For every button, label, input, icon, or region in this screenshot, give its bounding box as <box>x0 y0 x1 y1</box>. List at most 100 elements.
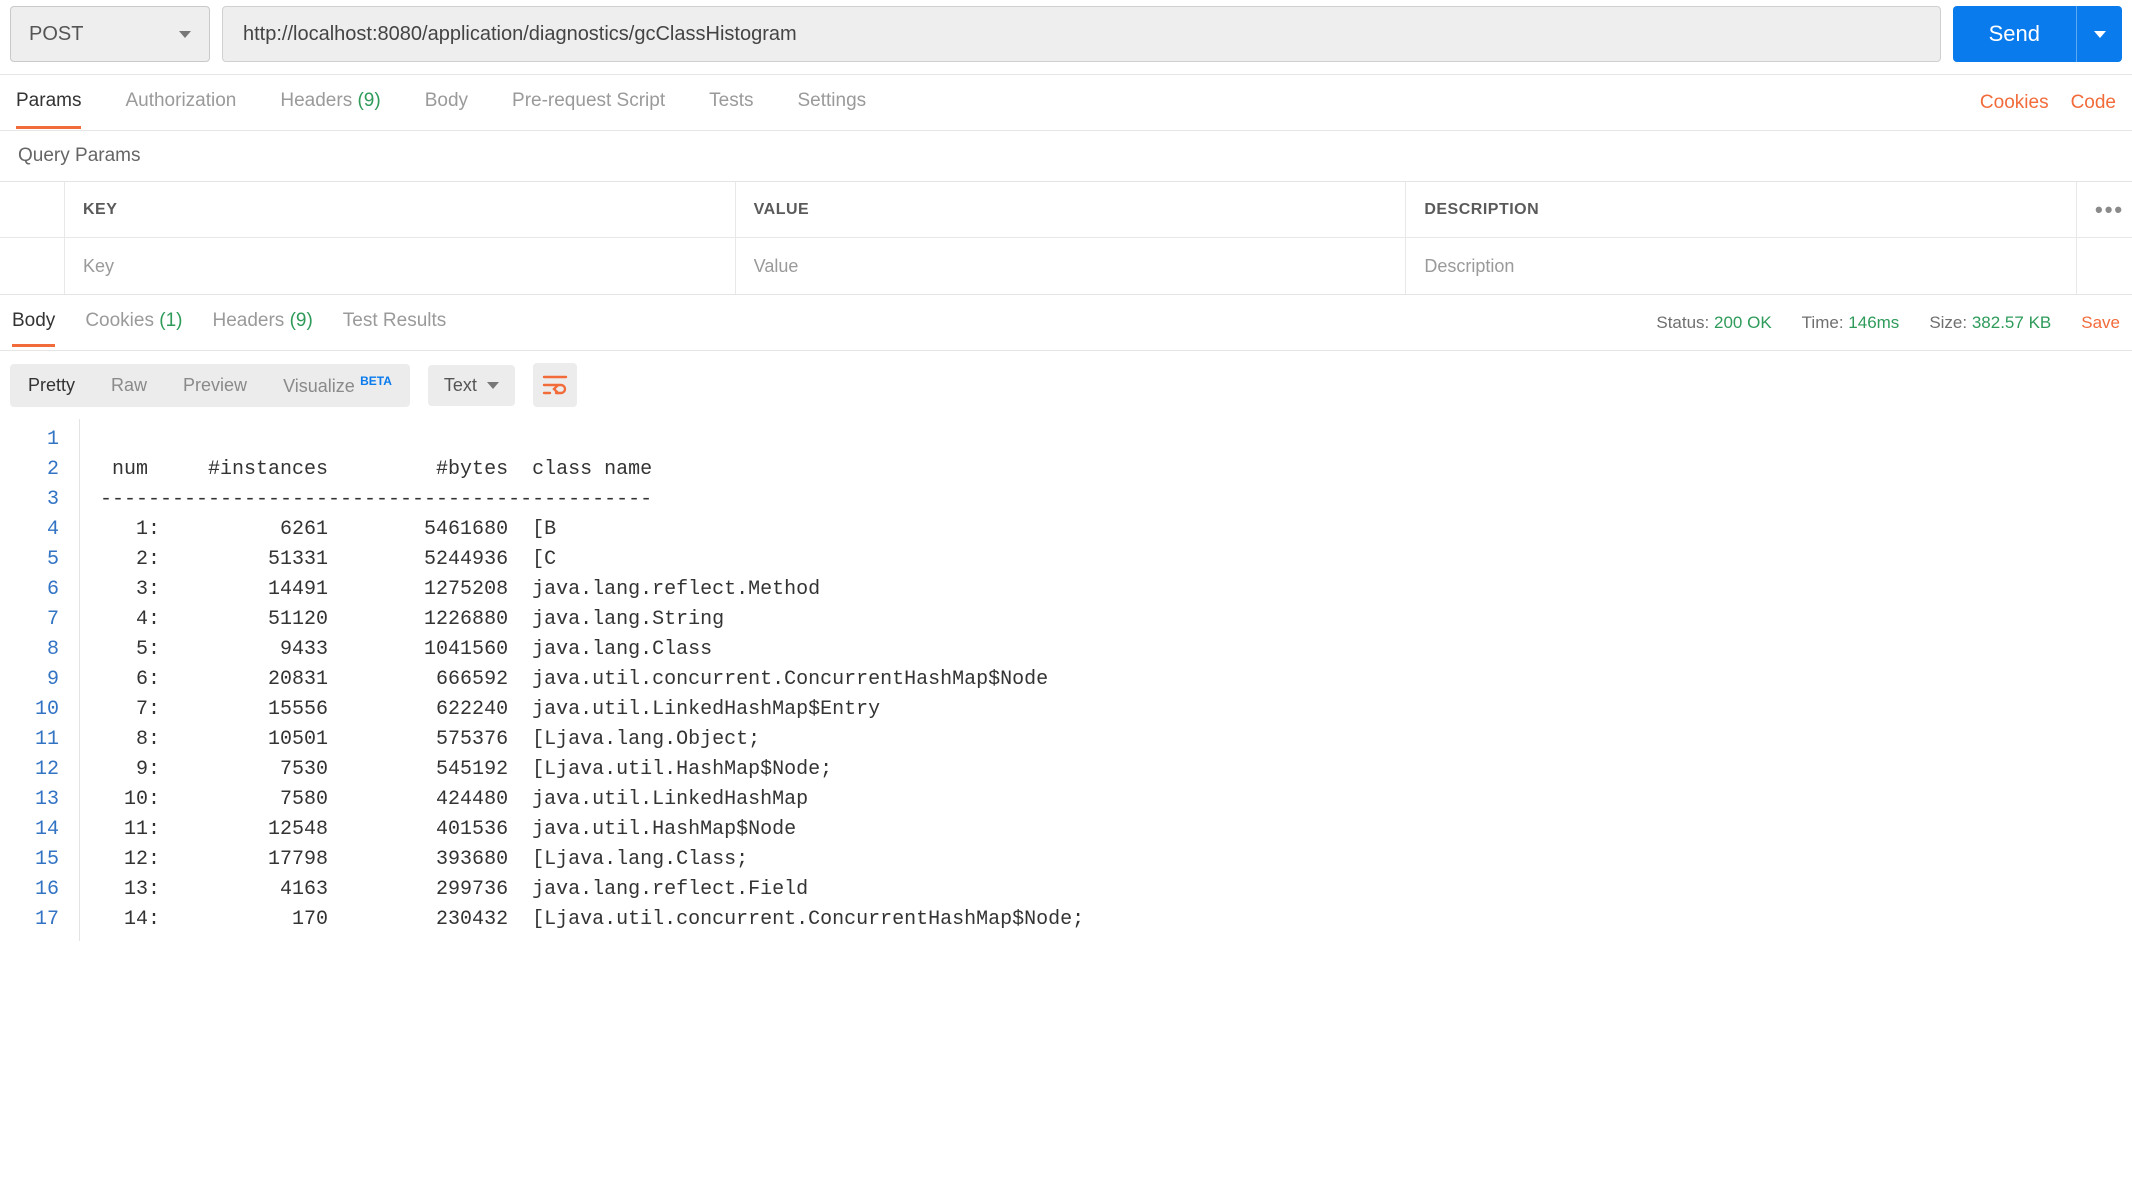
code-line: 10: 7580 424480 java.util.LinkedHashMap <box>100 785 1084 815</box>
save-response-link[interactable]: Save <box>2081 313 2120 333</box>
code-line: 13: 4163 299736 java.lang.reflect.Field <box>100 875 1084 905</box>
status-value: 200 OK <box>1714 313 1772 332</box>
http-method-value: POST <box>29 23 83 46</box>
wrap-lines-button[interactable] <box>533 363 577 407</box>
code-line: 11: 12548 401536 java.util.HashMap$Node <box>100 815 1084 845</box>
request-tabs: Params Authorization Headers (9) Body Pre-re… <box>16 76 866 129</box>
body-format-value: Text <box>444 375 477 396</box>
code-line: 14: 170 230432 [Ljava.util.concurrent.Co… <box>100 905 1084 935</box>
request-url-input[interactable] <box>222 6 1941 62</box>
code-line: num #instances #bytes class name <box>100 455 1084 485</box>
line-number: 7 <box>0 605 59 635</box>
body-view-pretty[interactable]: Pretty <box>10 364 93 407</box>
tab-count: (9) <box>352 90 381 111</box>
code-line: 7: 15556 622240 java.util.LinkedHashMap$… <box>100 695 1084 725</box>
query-params-desc-header: DESCRIPTION <box>1405 182 2076 237</box>
response-tab-headers[interactable]: Headers (9) <box>212 298 312 347</box>
http-method-select[interactable]: POST <box>10 6 210 62</box>
code-line: 8: 10501 575376 [Ljava.lang.Object; <box>100 725 1084 755</box>
chevron-down-icon <box>2094 31 2106 38</box>
request-tab-pre-request-script[interactable]: Pre-request Script <box>512 76 665 129</box>
query-params-checkbox-cell <box>0 238 64 294</box>
request-tab-tests[interactable]: Tests <box>709 76 753 129</box>
request-tab-settings[interactable]: Settings <box>798 76 867 129</box>
query-params-checkbox-col <box>0 182 64 237</box>
code-line: 12: 17798 393680 [Ljava.lang.Class; <box>100 845 1084 875</box>
time-value: 146ms <box>1848 313 1899 332</box>
request-tab-body[interactable]: Body <box>425 76 468 129</box>
query-param-key-input[interactable] <box>83 256 717 277</box>
line-number: 14 <box>0 815 59 845</box>
code-line: 9: 7530 545192 [Ljava.util.HashMap$Node; <box>100 755 1084 785</box>
response-tabs-row: Body Cookies (1) Headers (9) Test Results S… <box>0 295 2132 351</box>
request-tab-params[interactable]: Params <box>16 76 81 129</box>
code-line: 2: 51331 5244936 [C <box>100 545 1084 575</box>
response-tabs: Body Cookies (1) Headers (9) Test Results <box>12 298 446 347</box>
code-line: 1: 6261 5461680 [B <box>100 515 1084 545</box>
query-params-more-cell <box>2076 238 2132 294</box>
tab-count: (1) <box>154 310 183 331</box>
time-label: Time: <box>1802 313 1844 332</box>
response-body-code[interactable]: 1234567891011121314151617 num #instances… <box>0 419 2132 941</box>
body-format-select[interactable]: Text <box>428 365 515 406</box>
query-params-key-header: KEY <box>64 182 735 237</box>
time-meta: Time: 146ms <box>1802 313 1900 333</box>
chevron-down-icon <box>179 31 191 38</box>
size-meta: Size: 382.57 KB <box>1929 313 2051 333</box>
line-number: 15 <box>0 845 59 875</box>
tab-count: (9) <box>284 310 313 331</box>
request-bar: POST Send <box>0 0 2132 75</box>
query-params-table: KEY VALUE DESCRIPTION ••• <box>0 181 2132 295</box>
body-view-segmented: PrettyRawPreviewVisualize BETA <box>10 364 410 407</box>
query-param-value-input[interactable] <box>754 256 1388 277</box>
status-label: Status: <box>1656 313 1709 332</box>
code-line: 3: 14491 1275208 java.lang.reflect.Metho… <box>100 575 1084 605</box>
ellipsis-icon: ••• <box>2095 197 2114 223</box>
line-number: 4 <box>0 515 59 545</box>
body-view-raw[interactable]: Raw <box>93 364 165 407</box>
line-number: 2 <box>0 455 59 485</box>
chevron-down-icon <box>487 382 499 389</box>
line-number-gutter: 1234567891011121314151617 <box>0 419 80 941</box>
query-params-value-header: VALUE <box>735 182 1406 237</box>
response-tab-test-results[interactable]: Test Results <box>343 298 446 347</box>
request-right-links: Cookies Code <box>1980 92 2116 114</box>
line-number: 3 <box>0 485 59 515</box>
request-tab-headers[interactable]: Headers (9) <box>280 76 380 129</box>
line-number: 12 <box>0 755 59 785</box>
line-number: 17 <box>0 905 59 935</box>
line-number: 8 <box>0 635 59 665</box>
body-view-visualize[interactable]: Visualize BETA <box>265 364 410 407</box>
cookies-link[interactable]: Cookies <box>1980 92 2049 114</box>
line-number: 5 <box>0 545 59 575</box>
response-tab-cookies[interactable]: Cookies (1) <box>85 298 182 347</box>
line-number: 11 <box>0 725 59 755</box>
size-value: 382.57 KB <box>1972 313 2051 332</box>
request-tab-authorization[interactable]: Authorization <box>125 76 236 129</box>
line-number: 16 <box>0 875 59 905</box>
send-button-group: Send <box>1953 6 2122 62</box>
response-body-toolbar: PrettyRawPreviewVisualize BETA Text <box>0 351 2132 419</box>
query-params-header-row: KEY VALUE DESCRIPTION ••• <box>0 182 2132 238</box>
body-view-preview[interactable]: Preview <box>165 364 265 407</box>
query-param-desc-input[interactable] <box>1424 256 2058 277</box>
response-body-text: num #instances #bytes class name--------… <box>80 419 1084 941</box>
code-link[interactable]: Code <box>2071 92 2116 114</box>
code-line: ----------------------------------------… <box>100 485 1084 515</box>
send-button[interactable]: Send <box>1953 6 2076 62</box>
beta-badge: BETA <box>357 374 392 388</box>
request-tabs-row: Params Authorization Headers (9) Body Pre-re… <box>0 75 2132 131</box>
code-line: 5: 9433 1041560 java.lang.Class <box>100 635 1084 665</box>
response-meta: Status: 200 OK Time: 146ms Size: 382.57 … <box>1656 313 2120 333</box>
send-dropdown-button[interactable] <box>2076 6 2122 62</box>
line-number: 10 <box>0 695 59 725</box>
status-meta: Status: 200 OK <box>1656 313 1771 333</box>
code-line <box>100 425 1084 455</box>
query-params-more-header[interactable]: ••• <box>2076 182 2132 237</box>
size-label: Size: <box>1929 313 1967 332</box>
line-number: 1 <box>0 425 59 455</box>
wrap-icon <box>542 374 568 396</box>
query-params-input-row <box>0 238 2132 294</box>
line-number: 6 <box>0 575 59 605</box>
response-tab-body[interactable]: Body <box>12 298 55 347</box>
